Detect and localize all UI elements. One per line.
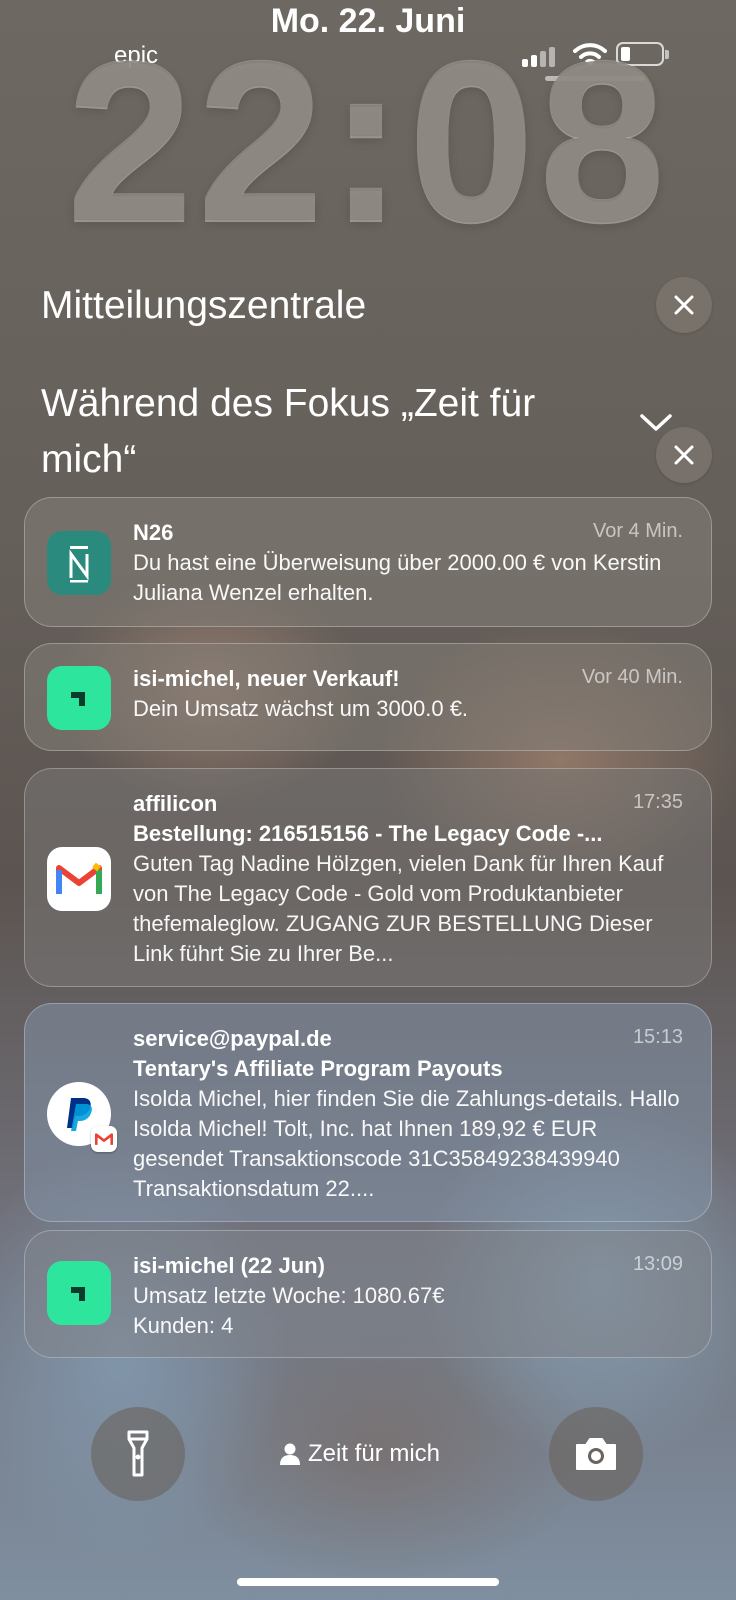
notification-center-title: Mitteilungszentrale [41,284,367,327]
notification-time: 13:09 [632,1253,683,1275]
notification-title: isi-michel (22 Jun) [133,1253,325,1278]
clear-all-button[interactable] [656,277,712,333]
focus-mode-indicator[interactable]: Zeit für mich [280,1440,440,1468]
shop-app-icon [47,666,111,730]
gmail-badge-icon [91,1126,117,1152]
flashlight-button[interactable] [91,1407,185,1501]
lock-screen-clock: 22:08 [66,15,670,269]
notification-time: Vor 40 Min. [581,666,683,688]
notification-paypal[interactable]: service@paypal.de 15:13 Tentary's Affili… [24,1003,712,1222]
notification-body-line: Kunden: 4 [133,1313,234,1338]
paypal-icon [47,1082,117,1152]
notification-time: 17:35 [632,791,683,813]
notification-gmail-affilicon[interactable]: affilicon 17:35 Bestellung: 216515156 - … [24,768,712,987]
notification-body: Dein Umsatz wächst um 3000.0 €. [133,696,469,721]
notification-n26[interactable]: N26 Vor 4 Min. Du hast eine Überweisung … [24,497,712,627]
close-icon [674,445,694,465]
gmail-icon [47,847,111,911]
notification-isi-michel-weekly[interactable]: isi-michel (22 Jun) 13:09 Umsatz letzte … [24,1230,712,1358]
notification-subtitle: Bestellung: 216515156 - The Legacy Code … [133,821,603,846]
notification-subtitle: Tentary's Affiliate Program Payouts [133,1056,503,1081]
notification-time: 15:13 [632,1026,683,1048]
focus-mode-label: Zeit für mich [308,1440,441,1467]
notification-time: Vor 4 Min. [592,520,683,542]
camera-button[interactable] [549,1407,643,1501]
person-icon [280,1443,300,1465]
notification-body: Isolda Michel, hier finden Sie die Zahlu… [133,1086,680,1201]
notification-title: service@paypal.de [133,1026,332,1051]
notification-body-line: Umsatz letzte Woche: 1080.67€ [133,1283,445,1308]
close-icon [674,295,694,315]
notification-body: Du hast eine Überweisung über 2000.00 € … [133,550,662,605]
clear-focus-group-button[interactable] [656,427,712,483]
notification-body: Guten Tag Nadine Hölzgen, vielen Dank fü… [133,851,664,966]
flashlight-icon [127,1430,149,1477]
n26-app-icon [47,531,111,595]
notification-isi-michel-sale[interactable]: isi-michel, neuer Verkauf! Vor 40 Min. D… [24,643,712,751]
focus-group-title: Während des Fokus „Zeit für mich“ [41,382,536,481]
notification-title: affilicon [133,791,218,816]
home-indicator[interactable] [237,1578,499,1586]
shop-app-icon [47,1261,111,1325]
camera-icon [576,1438,616,1470]
